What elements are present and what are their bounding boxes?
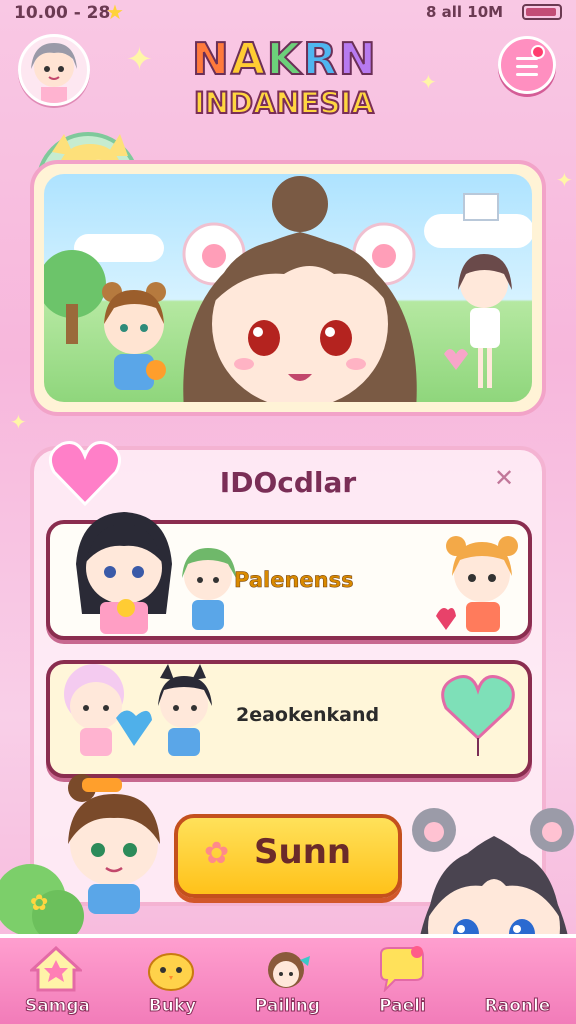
notification-dot — [531, 45, 545, 59]
tab-raonle[interactable]: Raonle — [460, 938, 575, 1024]
sparkle-icon: ✦ — [126, 40, 153, 78]
status-bar: 10.00 - 28 ★ 8 all 10M — [0, 0, 576, 26]
clock: 10.00 - 28 — [14, 3, 111, 23]
featured-banner[interactable] — [30, 160, 546, 416]
sparkle-icon: ✦ — [556, 168, 573, 192]
tab-paeli[interactable]: Paeli — [345, 938, 460, 1024]
tab-label: Pailing — [254, 996, 321, 1017]
sparkle-icon: ✦ — [10, 410, 27, 434]
list-item[interactable]: Palenenss — [46, 512, 532, 640]
bush-decoration: ✿ — [0, 864, 84, 940]
heart-balloon-icon — [441, 675, 515, 756]
character-pair — [76, 512, 236, 634]
sparkle-icon: ✦ — [420, 70, 437, 94]
house-icon — [30, 946, 82, 992]
logo-subtitle: INDANESIA — [193, 85, 375, 121]
player-avatar[interactable] — [18, 34, 90, 106]
star-icon: ★ — [106, 0, 124, 24]
girl-avatar-icon — [268, 952, 310, 988]
card-label: Palenenss — [234, 568, 354, 593]
tab-label: Buky — [148, 996, 197, 1017]
signal-indicator: 8 all 10M — [426, 3, 504, 21]
menu-button[interactable] — [498, 36, 556, 94]
chick-icon — [148, 953, 194, 991]
close-icon[interactable]: ✕ — [494, 464, 514, 492]
battery-icon — [522, 4, 562, 20]
list-item[interactable]: 2eaokenkand — [46, 660, 532, 778]
svg-text:✿: ✿ — [30, 891, 48, 916]
tab-label: Paeli — [379, 996, 427, 1017]
tab-home[interactable]: Samga — [0, 938, 115, 1024]
game-logo: NAKRN INDANESIA — [186, 33, 392, 130]
character-pair — [64, 664, 212, 756]
tab-buky[interactable]: Buky — [115, 938, 230, 1024]
play-button-label: Sunn — [254, 832, 352, 872]
tab-label: Samga — [24, 996, 91, 1017]
bottom-tab-bar: Samga Buky Pailing Paeli Raonle — [0, 934, 576, 1024]
play-button[interactable]: ✿ Sunn — [174, 814, 402, 898]
card-label: 2eaokenkand — [236, 704, 380, 726]
tab-label: Raonle — [484, 996, 551, 1017]
banner-scene — [44, 174, 532, 402]
flower-icon: ✿ — [204, 836, 230, 871]
bear-girl-character — [436, 536, 518, 632]
tab-pailing[interactable]: Pailing — [230, 938, 345, 1024]
logo-title: NAKRN — [191, 33, 378, 86]
chat-bubble-icon — [380, 946, 424, 992]
